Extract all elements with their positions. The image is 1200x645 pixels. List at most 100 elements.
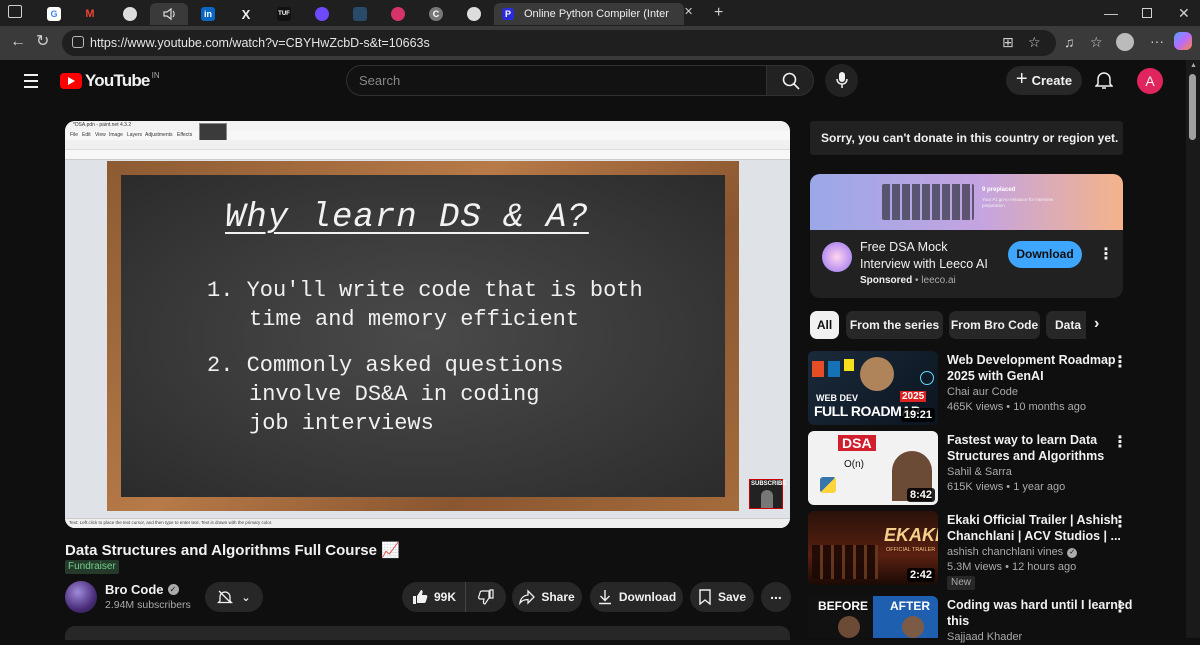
more-options-icon[interactable]: ··· (1150, 34, 1164, 48)
tab-close-icon[interactable]: ✕ (684, 7, 693, 18)
share-icon (519, 589, 536, 605)
apps-icon[interactable]: ⊞ (1002, 35, 1014, 49)
save-button[interactable]: Save (690, 582, 754, 612)
extension-icon[interactable]: ♫ (1064, 35, 1075, 49)
duration-badge: 19:21 (900, 408, 935, 422)
new-tab-icon[interactable]: + (714, 5, 723, 21)
programiz-icon: P (502, 8, 514, 20)
search-button[interactable] (766, 65, 814, 96)
tab-x[interactable]: X (228, 3, 264, 25)
notifications-bell-icon[interactable] (1095, 70, 1113, 90)
copilot-icon[interactable] (1174, 32, 1192, 50)
close-window-icon[interactable]: ✕ (1178, 6, 1190, 20)
reco-channel[interactable]: Chai aur Code (947, 385, 1018, 400)
paint-window-titlebar: *DSA.pdn - paint.net 4.3.2 (65, 121, 790, 131)
reco-thumbnail[interactable]: EKAKI OFFICIAL TRAILER 2:42 (808, 511, 938, 585)
channel-name[interactable]: Bro Code ✓ (105, 582, 179, 597)
reco-title[interactable]: Fastest way to learn Data Structures and … (947, 432, 1104, 464)
reco-more-icon[interactable]: ⋮ (1112, 512, 1128, 532)
thumbs-up-icon (413, 590, 428, 604)
trailer-figures (812, 545, 878, 579)
reco-more-icon[interactable]: ⋮ (1112, 597, 1128, 617)
tab-tuf[interactable]: TUF (266, 3, 302, 25)
back-icon[interactable]: ← (10, 34, 26, 50)
chip-from-bro-code[interactable]: From Bro Code (949, 311, 1040, 339)
reload-icon[interactable]: ↻ (36, 34, 49, 50)
css-icon (828, 361, 840, 377)
tab-dashboard[interactable] (342, 3, 378, 25)
youtube-page: YouTube IN Search + Create A ▲ *DSA.pdn … (0, 60, 1200, 643)
ad-download-button[interactable]: Download (1008, 241, 1082, 268)
reco-channel[interactable]: Sahil & Sarra (947, 465, 1012, 480)
paint-toolbar (65, 140, 790, 150)
python-icon (820, 477, 836, 493)
download-button[interactable]: Download (590, 582, 683, 612)
minimize-icon[interactable]: — (1104, 6, 1118, 20)
chip-all[interactable]: All (810, 311, 839, 339)
youtube-logo[interactable]: YouTube IN (60, 71, 160, 91)
tab-gmail[interactable]: M (72, 3, 108, 25)
chip-from-the-series[interactable]: From the series (846, 311, 943, 339)
reco-title[interactable]: Web Development Roadmap 2025 with GenAI (947, 352, 1116, 384)
subscription-bell-button[interactable]: ⌄ (205, 582, 263, 612)
channel-avatar[interactable] (65, 581, 97, 613)
site-info-icon[interactable] (72, 36, 84, 48)
github-icon (467, 7, 481, 21)
favorite-star-icon[interactable]: ☆ (1028, 35, 1041, 49)
tab-linkedin[interactable]: in (190, 3, 226, 25)
share-button[interactable]: Share (512, 582, 582, 612)
reco-thumbnail[interactable]: DSA O(n) 8:42 (808, 431, 938, 505)
ad-more-icon[interactable]: ⋮ (1098, 244, 1114, 264)
ad-title-line2: Interview with Leeco AI (860, 257, 988, 271)
presenter-icon (761, 490, 773, 508)
url-field[interactable]: https://www.youtube.com/watch?v=CBYHwZcb… (62, 30, 1056, 56)
chips-next-arrow-icon[interactable]: › (1094, 315, 1114, 335)
chip-data[interactable]: Data (1046, 311, 1086, 339)
search-box[interactable]: Search (346, 65, 766, 96)
dislike-button[interactable] (466, 582, 506, 612)
tab-online-python[interactable]: P Online Python Compiler (Interpre (494, 3, 684, 25)
paint-menubar: File Edit View Image Layers Adjustments … (65, 131, 790, 140)
reco-thumbnail[interactable]: BEFORE AFTER (808, 596, 938, 638)
ad-card[interactable]: 9 preplaced Your #1 go-to resource for i… (810, 174, 1123, 298)
favorites-icon[interactable]: ☆ (1090, 35, 1103, 49)
workspace-icon[interactable] (8, 5, 22, 18)
tab-pink[interactable] (380, 3, 416, 25)
create-button[interactable]: + Create (1006, 66, 1082, 95)
fundraiser-badge[interactable]: Fundraiser (65, 560, 119, 574)
tab-chatgpt[interactable]: C (418, 3, 454, 25)
page-scrollbar[interactable]: ▲ (1186, 60, 1200, 638)
subscribe-overlay[interactable]: SUBSCRIBE (749, 479, 786, 509)
profile-icon[interactable] (1116, 33, 1134, 51)
search-icon (782, 72, 800, 90)
ad-title-line1: Free DSA Mock (860, 240, 948, 254)
more-actions-button[interactable]: ... (761, 582, 791, 612)
voice-search-button[interactable] (825, 64, 858, 97)
tab-proton[interactable] (304, 3, 340, 25)
reco-title[interactable]: Coding was hard until I learned this (947, 597, 1132, 629)
ad-banner[interactable]: 9 preplaced Your #1 go-to resource for i… (810, 174, 1123, 230)
verified-icon: ✓ (1067, 547, 1078, 558)
reco-more-icon[interactable]: ⋮ (1112, 432, 1128, 452)
video-player[interactable]: *DSA.pdn - paint.net 4.3.2 File Edit Vie… (65, 121, 790, 528)
like-button[interactable]: 99K (402, 582, 466, 612)
account-avatar[interactable]: A (1137, 68, 1163, 94)
more-horizontal-icon: ... (770, 586, 782, 602)
reco-meta: 465K views • 10 months ago (947, 401, 1086, 413)
maximize-icon[interactable] (1142, 8, 1152, 18)
thumbs-down-icon (478, 589, 494, 605)
reco-channel[interactable]: ashish chanchlani vines ✓ (947, 545, 1078, 560)
hamburger-menu-icon[interactable] (24, 74, 38, 88)
chevron-down-icon: ⌄ (241, 591, 251, 604)
tab-github-2[interactable] (456, 3, 492, 25)
donate-notice: Sorry, you can't donate in this country … (810, 121, 1123, 155)
tab-github[interactable] (112, 3, 148, 25)
tab-google[interactable]: G (36, 3, 72, 25)
tab-audio[interactable] (150, 3, 188, 25)
address-bar: ← ↻ https://www.youtube.com/watch?v=CBYH… (0, 26, 1200, 60)
reco-title[interactable]: Ekaki Official Trailer | Ashish Chanchlan… (947, 512, 1121, 544)
reco-more-icon[interactable]: ⋮ (1112, 352, 1128, 372)
linkedin-icon: in (201, 7, 215, 21)
reco-thumbnail[interactable]: WEB DEV FULL ROADMAP 2025 19:21 (808, 351, 938, 425)
scrollbar-thumb[interactable] (1189, 74, 1196, 140)
